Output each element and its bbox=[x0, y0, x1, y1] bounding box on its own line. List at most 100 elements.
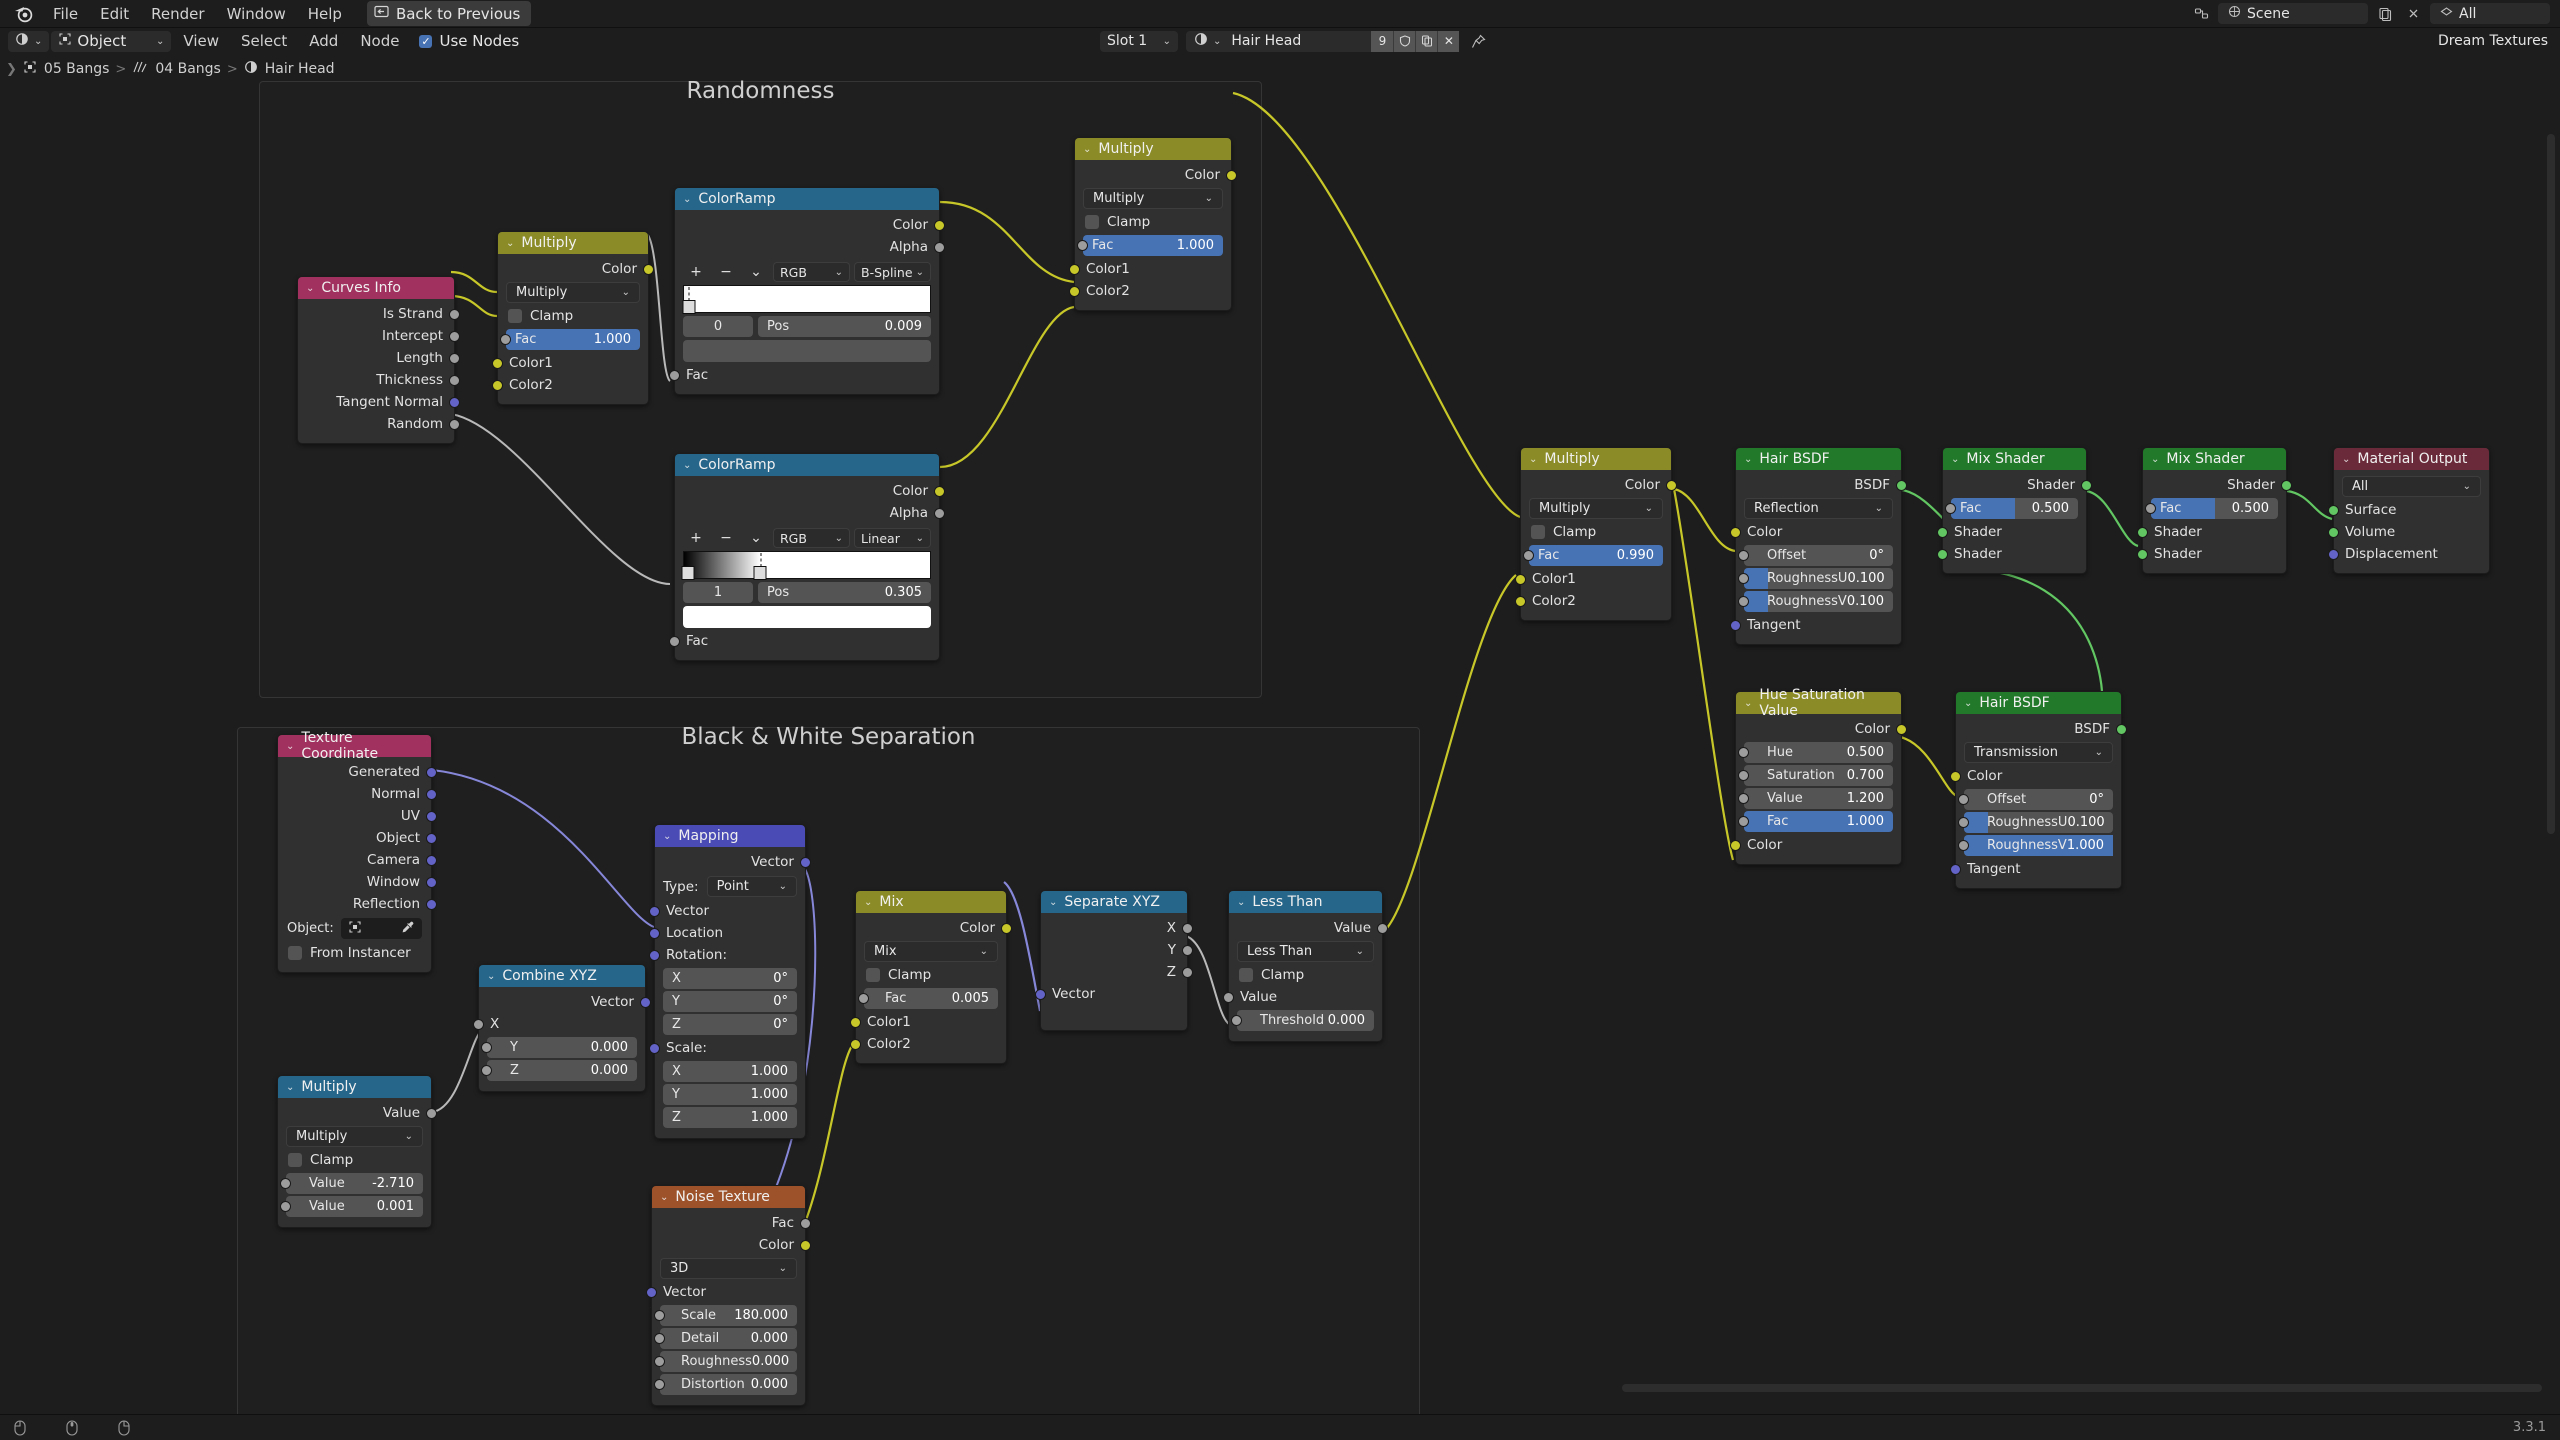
output-color[interactable]: Color bbox=[1736, 718, 1907, 740]
socket-x-in[interactable] bbox=[473, 1018, 484, 1030]
socket-offset-in[interactable] bbox=[1958, 794, 1969, 805]
input-volume[interactable]: Volume bbox=[2328, 521, 2489, 543]
socket-random[interactable] bbox=[449, 418, 460, 430]
socket-color1-in[interactable] bbox=[850, 1016, 861, 1028]
node-noise-texture-header[interactable]: ⌄ Noise Texture bbox=[652, 1186, 805, 1208]
socket-color-out[interactable] bbox=[1001, 922, 1012, 934]
fac-slider[interactable]: Fac 1.000 bbox=[1077, 235, 1223, 256]
socket-offset-in[interactable] bbox=[1738, 550, 1749, 561]
node-mix-shader-2-header[interactable]: ⌄ Mix Shader bbox=[2143, 448, 2286, 470]
collapse-chevron-down-icon[interactable]: ⌄ bbox=[683, 460, 691, 471]
ramp-index-field[interactable]: 1 bbox=[683, 582, 753, 603]
breadcrumb-item-hair[interactable]: 04 Bangs bbox=[132, 60, 221, 78]
node-curves-info-header[interactable]: ⌄ Curves Info bbox=[298, 277, 454, 299]
breadcrumb-item-object[interactable]: 05 Bangs bbox=[23, 60, 109, 78]
roughnessu-slider[interactable]: RoughnessU 0.100 bbox=[1958, 812, 2113, 833]
eyedropper-icon[interactable] bbox=[401, 920, 415, 938]
hue-field[interactable]: Hue 0.500 bbox=[1738, 742, 1893, 763]
collapse-chevron-down-icon[interactable]: ⌄ bbox=[506, 238, 514, 249]
scale-field[interactable]: Scale 180.000 bbox=[654, 1305, 797, 1326]
socket-value-out[interactable] bbox=[426, 1107, 437, 1119]
socket-roughnessu-in[interactable] bbox=[1958, 817, 1969, 828]
output-color[interactable]: Color bbox=[1075, 164, 1237, 186]
menu-render[interactable]: Render bbox=[140, 2, 215, 26]
editor-menu-node[interactable]: Node bbox=[350, 30, 409, 52]
input-tangent[interactable]: Tangent bbox=[1730, 614, 1901, 636]
ramp-menu-chevron-down-icon[interactable]: ⌄ bbox=[743, 528, 769, 548]
output-color[interactable]: Color bbox=[675, 214, 945, 236]
output-color[interactable]: Color bbox=[652, 1234, 811, 1256]
clamp-toggle[interactable]: Clamp bbox=[278, 1149, 431, 1171]
node-hsv-header[interactable]: ⌄ Hue Saturation Value bbox=[1736, 687, 1901, 719]
node-multiply-bottom[interactable]: ⌄ Multiply Value Multiply ⌄ Clamp Value … bbox=[277, 1075, 437, 1228]
fac-slider[interactable]: Fac 0.990 bbox=[1523, 545, 1663, 566]
clamp-toggle[interactable]: Clamp bbox=[1075, 211, 1231, 233]
output-alpha[interactable]: Alpha bbox=[675, 236, 945, 258]
input-vector[interactable]: Vector bbox=[649, 900, 805, 922]
target-dropdown[interactable]: All ⌄ bbox=[2342, 476, 2481, 497]
socket-fac-in[interactable] bbox=[2145, 503, 2156, 514]
socket-value2-in[interactable] bbox=[280, 1201, 291, 1212]
color-mode-dropdown[interactable]: RGB ⌄ bbox=[773, 528, 850, 548]
clamp-toggle[interactable]: Clamp bbox=[856, 964, 1006, 986]
output-vector[interactable]: Vector bbox=[479, 991, 651, 1013]
color-mode-dropdown[interactable]: RGB ⌄ bbox=[773, 262, 850, 282]
collapse-chevron-down-icon[interactable]: ⌄ bbox=[1744, 454, 1752, 465]
node-mix-shader-2[interactable]: ⌄ Mix Shader Shader Fac 0.500 Shader Sha… bbox=[2137, 447, 2292, 574]
collapse-chevron-down-icon[interactable]: ⌄ bbox=[1237, 897, 1245, 908]
clamp-checkbox[interactable] bbox=[866, 968, 880, 982]
socket-color2-in[interactable] bbox=[1069, 285, 1080, 297]
socket-length[interactable] bbox=[449, 352, 460, 364]
socket-rotation-in[interactable] bbox=[649, 949, 660, 961]
socket-color-out[interactable] bbox=[1896, 723, 1907, 735]
node-mix-shader-1[interactable]: ⌄ Mix Shader Shader Fac 0.500 Shader Sha… bbox=[1937, 447, 2092, 574]
dream-textures-menu[interactable]: Dream Textures bbox=[2438, 33, 2560, 49]
menu-edit[interactable]: Edit bbox=[89, 2, 140, 26]
socket-z-out[interactable] bbox=[1182, 966, 1193, 978]
rotation-z-field[interactable]: Z 0° bbox=[663, 1014, 797, 1035]
socket-color-out[interactable] bbox=[1226, 169, 1237, 181]
socket-displacement-in[interactable] bbox=[2328, 548, 2339, 560]
output-shader[interactable]: Shader bbox=[1943, 474, 2092, 496]
node-multiply-big[interactable]: ⌄ Multiply Color Multiply ⌄ Clamp Fac 1.… bbox=[1069, 137, 1237, 311]
component-dropdown[interactable]: Reflection ⌄ bbox=[1744, 498, 1893, 519]
dimension-dropdown[interactable]: 3D ⌄ bbox=[660, 1258, 797, 1279]
blender-logo-icon[interactable] bbox=[12, 3, 34, 25]
socket-roughnessv-in[interactable] bbox=[1738, 596, 1749, 607]
color-ramp-gradient[interactable] bbox=[682, 285, 931, 314]
from-instancer-toggle[interactable]: From Instancer bbox=[278, 942, 431, 964]
output-intercept[interactable]: Intercept bbox=[298, 325, 460, 347]
socket-shader1-in[interactable] bbox=[1937, 526, 1948, 538]
socket-fac-in[interactable] bbox=[1523, 550, 1534, 561]
socket-color-out[interactable] bbox=[643, 263, 654, 275]
material-name[interactable]: Hair Head bbox=[1221, 33, 1371, 49]
interpolation-dropdown[interactable]: B-Spline ⌄ bbox=[854, 262, 931, 282]
menu-window[interactable]: Window bbox=[216, 2, 297, 26]
slot-selector[interactable]: Slot 1 ⌄ bbox=[1100, 30, 1178, 52]
socket-color2-in[interactable] bbox=[1515, 595, 1526, 607]
socket-fac-in[interactable] bbox=[669, 635, 680, 647]
socket-shader2-in[interactable] bbox=[2137, 548, 2148, 560]
socket-distortion-in[interactable] bbox=[654, 1379, 665, 1390]
socket-location-in[interactable] bbox=[649, 927, 660, 939]
offset-field[interactable]: Offset 0° bbox=[1738, 545, 1893, 566]
node-colorramp-1-header[interactable]: ⌄ ColorRamp bbox=[675, 188, 939, 210]
socket-color1-in[interactable] bbox=[1069, 263, 1080, 275]
socket-detail-in[interactable] bbox=[654, 1333, 665, 1344]
node-material-output[interactable]: ⌄ Material Output All ⌄ Surface Volume D… bbox=[2328, 447, 2490, 574]
socket-is-strand[interactable] bbox=[449, 308, 460, 320]
blend-mode-dropdown[interactable]: Multiply ⌄ bbox=[506, 282, 640, 303]
node-multiply-top[interactable]: ⌄ Multiply Color Multiply ⌄ Clamp Fac 1.… bbox=[492, 231, 654, 405]
socket-y-out[interactable] bbox=[1182, 944, 1193, 956]
collapse-chevron-down-icon[interactable]: ⌄ bbox=[306, 283, 314, 294]
pin-icon[interactable] bbox=[1467, 31, 1489, 52]
socket-z-in[interactable] bbox=[481, 1065, 492, 1076]
material-field[interactable]: ⌄ Hair Head 9 ✕ bbox=[1186, 30, 1460, 52]
socket-color2-in[interactable] bbox=[850, 1038, 861, 1050]
material-icon[interactable] bbox=[1186, 32, 1213, 50]
socket-threshold-in[interactable] bbox=[1231, 1015, 1242, 1026]
roughness-field[interactable]: Roughness 0.000 bbox=[654, 1351, 797, 1372]
input-surface[interactable]: Surface bbox=[2328, 499, 2489, 521]
editor-menu-view[interactable]: View bbox=[173, 30, 229, 52]
roughnessv-slider[interactable]: RoughnessV 1.000 bbox=[1958, 835, 2113, 856]
